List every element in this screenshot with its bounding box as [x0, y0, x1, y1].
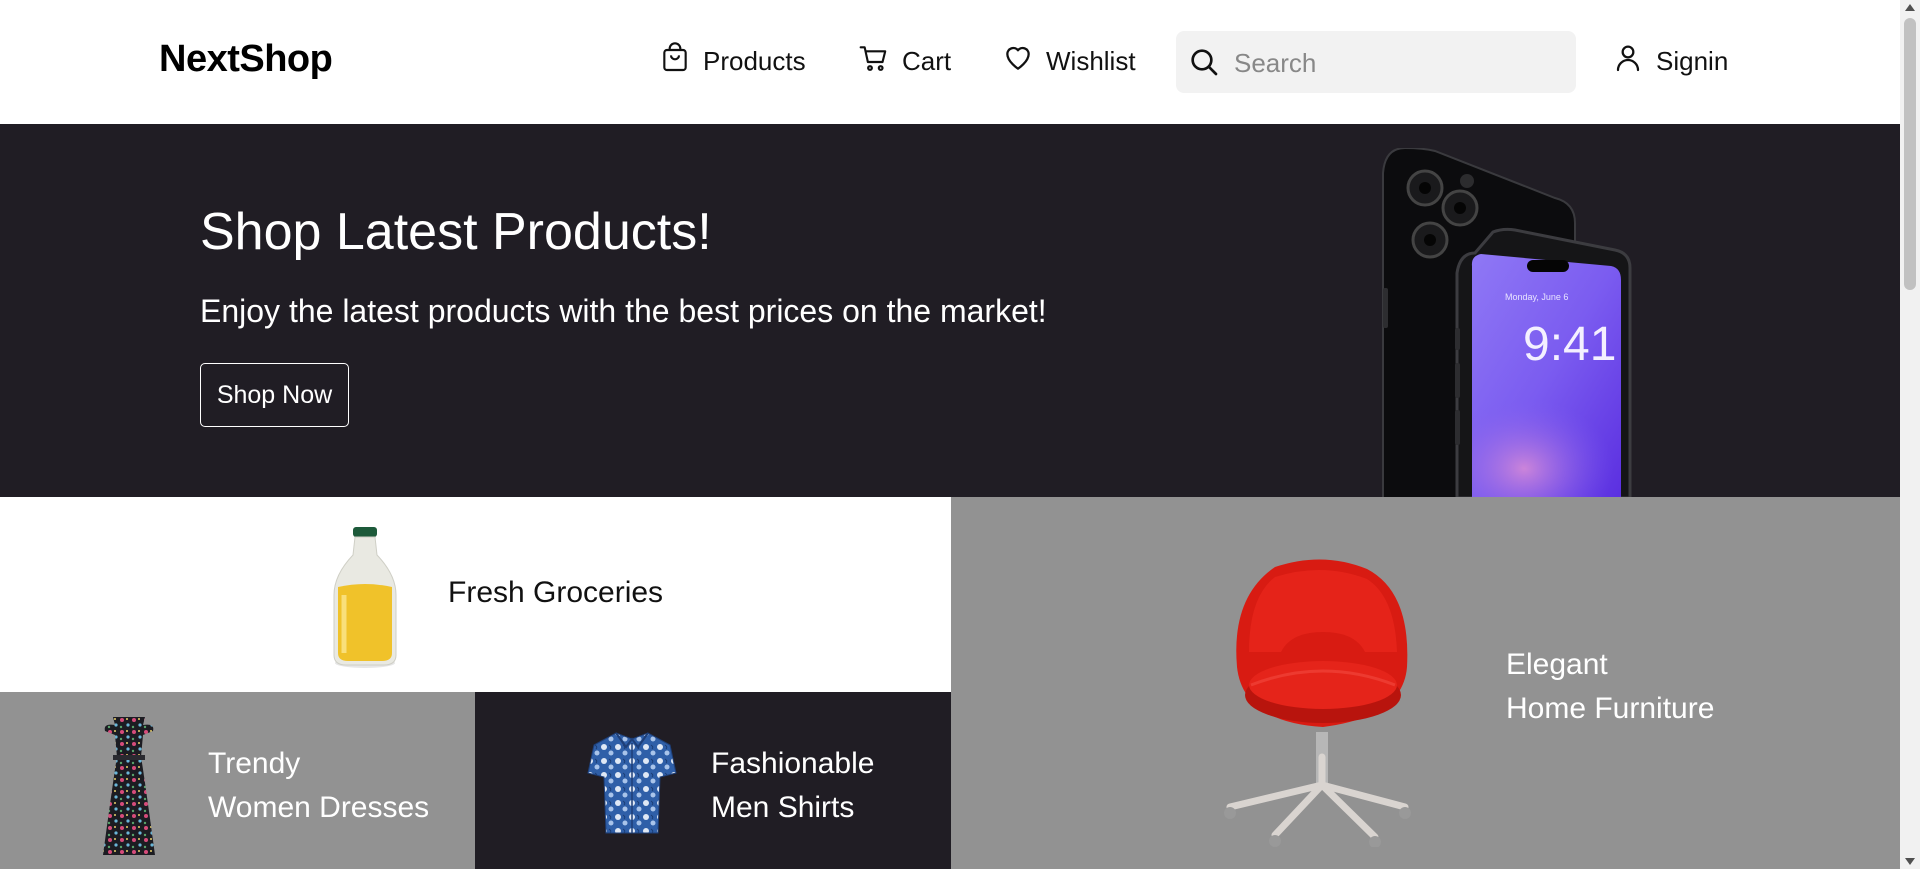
- hero-banner: Shop Latest Products! Enjoy the latest p…: [0, 124, 1900, 497]
- furniture-label-line1: Elegant: [1506, 648, 1608, 681]
- juice-bottle-image: [322, 525, 408, 671]
- site-header: NextShop Products Cart Wishlist Search S…: [0, 0, 1900, 124]
- shirts-label: Fashionable Men Shirts: [711, 742, 874, 830]
- search-box[interactable]: [1176, 31, 1576, 93]
- category-groceries[interactable]: Fresh Groceries: [0, 497, 951, 692]
- dresses-label-line2: Women Dresses: [208, 791, 430, 824]
- furniture-label-line2: Home Furniture: [1506, 692, 1715, 725]
- shirts-label-line2: Men Shirts: [711, 791, 855, 824]
- nav-signin-label: Signin: [1656, 46, 1729, 76]
- cart-icon: [858, 42, 890, 81]
- page-scrollbar[interactable]: [1900, 0, 1920, 869]
- nav-products[interactable]: Products: [659, 42, 806, 81]
- phone-time-text: 9:41: [1523, 318, 1616, 371]
- search-input[interactable]: [1232, 41, 1566, 85]
- groceries-label: Fresh Groceries: [448, 576, 664, 609]
- floral-shirt-image: [586, 729, 678, 837]
- user-icon: [1612, 42, 1644, 81]
- hero-subtitle: Enjoy the latest products with the best …: [200, 293, 1047, 329]
- scroll-thumb[interactable]: [1904, 18, 1916, 290]
- floral-dress-image: [95, 717, 163, 857]
- nav-wishlist-label: Wishlist: [1046, 46, 1136, 76]
- category-furniture[interactable]: Elegant Home Furniture: [951, 497, 1900, 869]
- smartphone-image: Monday, June 6 9:41: [1375, 146, 1635, 497]
- nav-cart-label: Cart: [902, 46, 952, 76]
- shopping-bag-icon: [659, 42, 691, 81]
- dresses-label-line1: Trendy: [208, 747, 301, 780]
- category-dresses[interactable]: Trendy Women Dresses: [0, 692, 475, 869]
- furniture-label: Elegant Home Furniture: [1506, 643, 1714, 731]
- nav-wishlist[interactable]: Wishlist: [1002, 42, 1136, 81]
- nav-cart[interactable]: Cart: [858, 42, 951, 81]
- nav-products-label: Products: [703, 46, 806, 76]
- heart-icon: [1002, 42, 1034, 81]
- hero-title: Shop Latest Products!: [200, 203, 712, 261]
- shop-now-button[interactable]: Shop Now: [200, 363, 349, 427]
- dresses-label: Trendy Women Dresses: [208, 742, 429, 830]
- scroll-up-arrow-icon[interactable]: [1905, 4, 1915, 11]
- phone-date-text: Monday, June 6: [1505, 292, 1568, 302]
- brand-logo[interactable]: NextShop: [159, 38, 333, 81]
- category-shirts[interactable]: Fashionable Men Shirts: [475, 692, 951, 869]
- office-chair-image: [1215, 557, 1431, 848]
- nav-signin[interactable]: Signin: [1612, 42, 1728, 81]
- shirts-label-line1: Fashionable: [711, 747, 875, 780]
- scroll-down-arrow-icon[interactable]: [1905, 858, 1915, 865]
